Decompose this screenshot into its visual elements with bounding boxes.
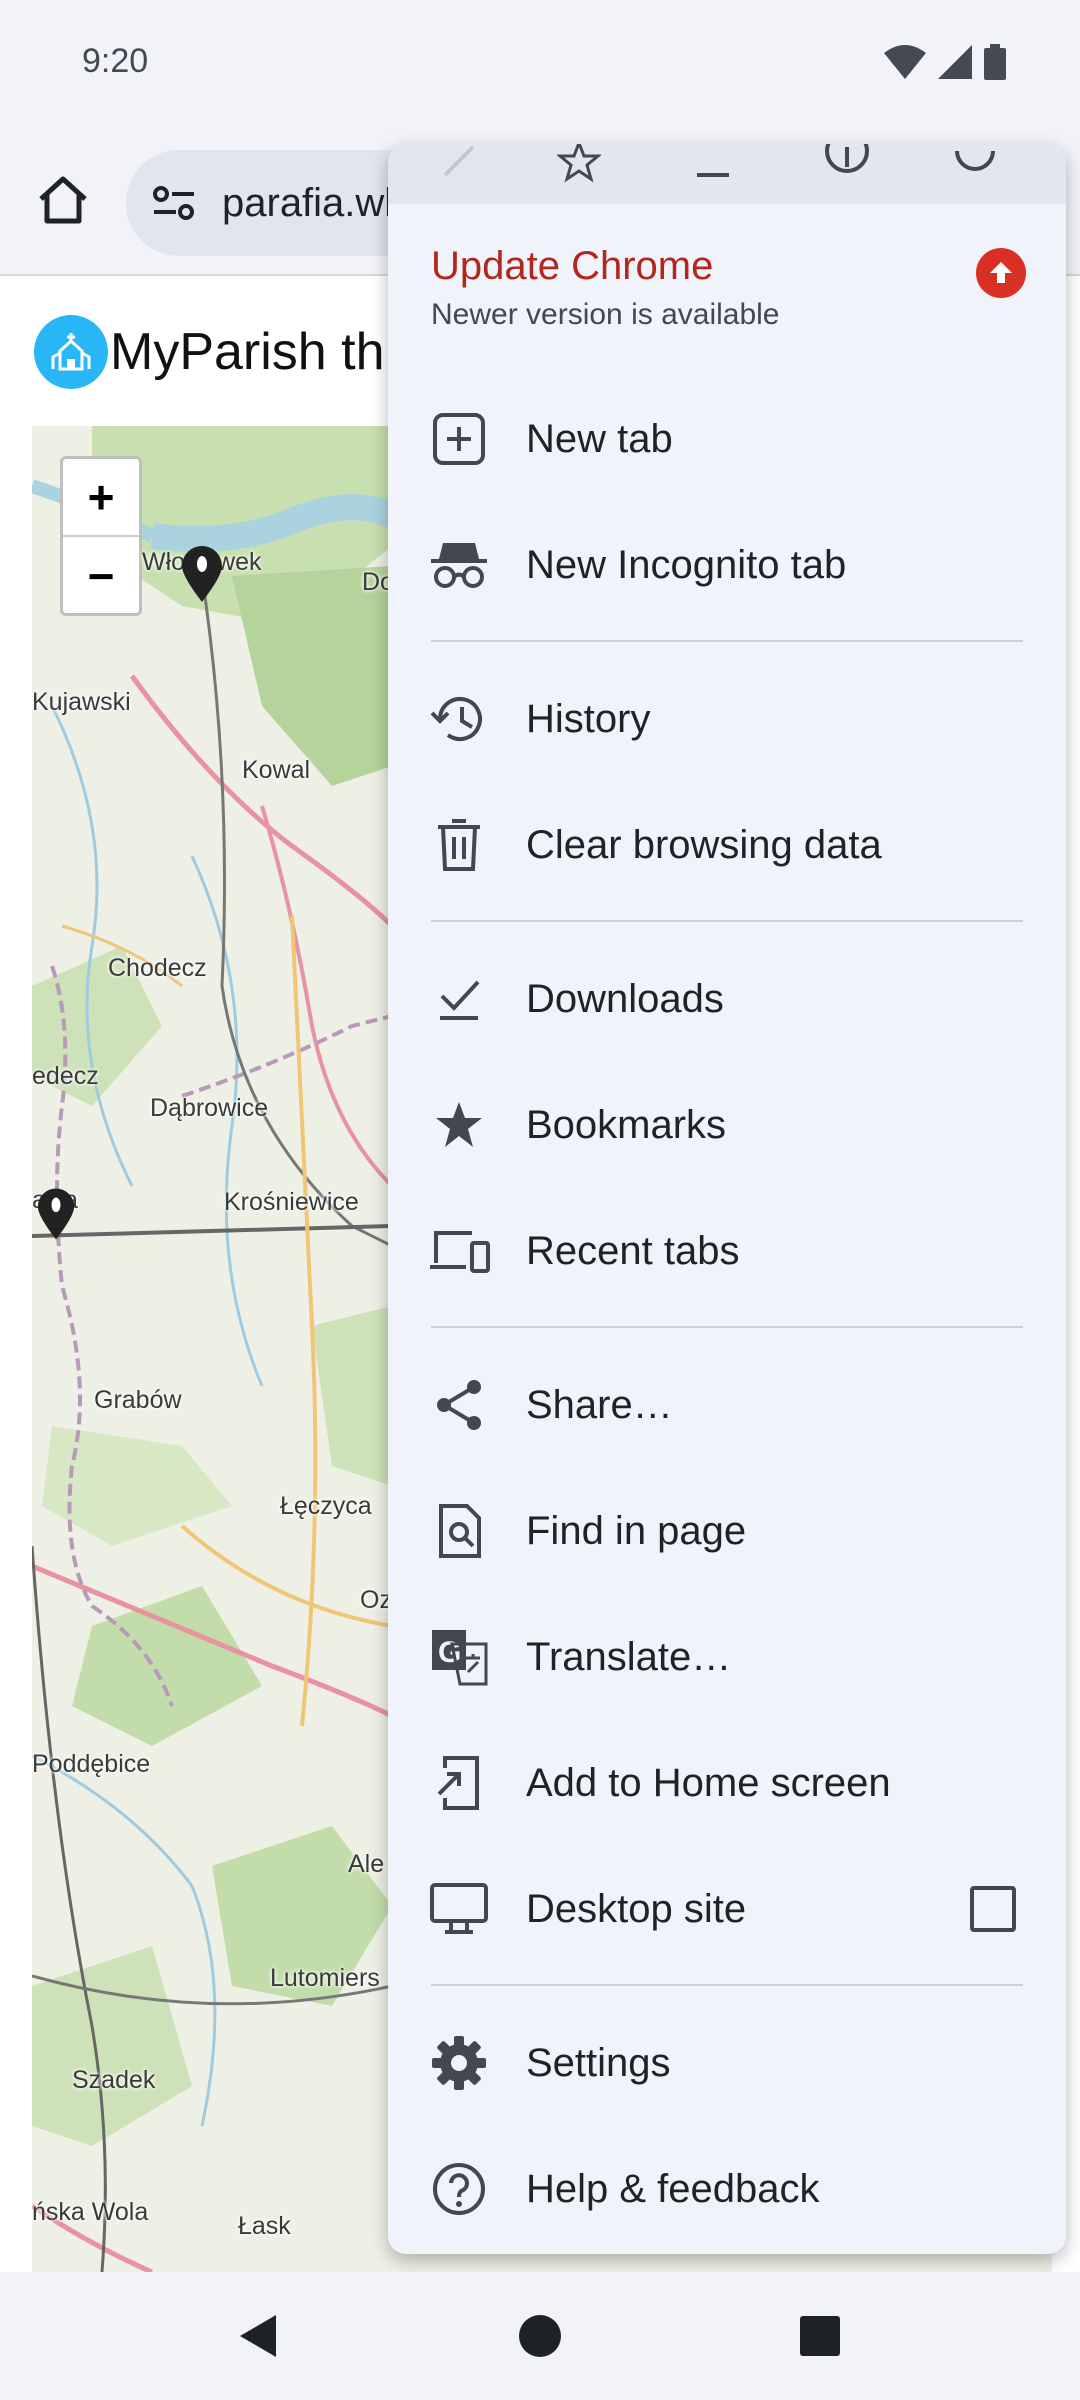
- map-label: Ale: [348, 1850, 385, 1878]
- menu-action-row: [388, 144, 1066, 204]
- menu-divider: [431, 640, 1023, 642]
- menu-item-label: Find in page: [526, 1508, 747, 1553]
- home-icon: [39, 176, 87, 224]
- forward-icon[interactable]: [432, 144, 486, 188]
- menu-item-label: Share…: [526, 1382, 673, 1427]
- signal-icon: [938, 45, 972, 79]
- update-chrome-subtitle: Newer version is available: [431, 298, 780, 331]
- map-label: Łask: [238, 2212, 291, 2240]
- bookmark-star-icon[interactable]: [552, 144, 606, 188]
- incognito-icon: [428, 534, 490, 596]
- wifi-icon: [884, 45, 926, 79]
- menu-item-bookmarks[interactable]: Bookmarks: [388, 1062, 1066, 1188]
- church-logo-icon: [34, 315, 108, 389]
- menu-item-clear-browsing-data[interactable]: Clear browsing data: [388, 782, 1066, 908]
- devices-icon: [428, 1220, 490, 1282]
- map-label: Chodecz: [108, 954, 207, 982]
- zoom-controls: + −: [60, 456, 142, 616]
- battery-icon: [984, 44, 1006, 80]
- desktop-site-checkbox[interactable]: [970, 1886, 1016, 1932]
- home-nav-button[interactable]: [504, 2300, 576, 2372]
- status-icons: [884, 44, 1006, 80]
- menu-item-help-feedback[interactable]: Help & feedback: [388, 2126, 1066, 2252]
- menu-item-share[interactable]: Share…: [388, 1342, 1066, 1468]
- menu-item-label: Help & feedback: [526, 2166, 820, 2211]
- url-text: parafia.wl: [222, 180, 394, 225]
- share-icon: [428, 1374, 490, 1436]
- map-label: Dąbrowice: [150, 1094, 269, 1122]
- circle-home-icon: [519, 2315, 561, 2357]
- menu-item-label: Recent tabs: [526, 1228, 740, 1273]
- menu-item-new-incognito-tab[interactable]: New Incognito tab: [388, 502, 1066, 628]
- menu-item-label: Desktop site: [526, 1886, 747, 1931]
- site-settings-icon[interactable]: [144, 173, 204, 233]
- map-label: Łęczyca: [280, 1492, 372, 1520]
- menu-item-add-to-home-screen[interactable]: Add to Home screen: [388, 1720, 1066, 1846]
- find-in-page-icon: [428, 1500, 490, 1562]
- status-time: 9:20: [82, 42, 149, 80]
- plus-box-icon: [428, 408, 490, 470]
- desktop-icon: [428, 1878, 490, 1940]
- map-label: Poddębice: [32, 1750, 151, 1778]
- menu-item-downloads[interactable]: Downloads: [388, 936, 1066, 1062]
- menu-item-find-in-page[interactable]: Find in page: [388, 1468, 1066, 1594]
- help-icon: [428, 2158, 490, 2220]
- update-arrow-icon: [976, 248, 1026, 298]
- download-done-icon: [428, 968, 490, 1030]
- back-icon: [240, 2315, 276, 2357]
- reload-icon[interactable]: [948, 144, 1002, 188]
- menu-item-label: New tab: [526, 416, 673, 461]
- home-button[interactable]: [30, 167, 96, 233]
- map-label: ńska Wola: [32, 2198, 149, 2226]
- menu-item-label: Add to Home screen: [526, 1760, 891, 1805]
- star-icon: [428, 1094, 490, 1156]
- status-bar: 9:20: [0, 0, 1080, 130]
- menu-item-label: New Incognito tab: [526, 542, 847, 587]
- add-to-home-icon: [428, 1752, 490, 1814]
- recents-button[interactable]: [784, 2300, 856, 2372]
- square-recents-icon: [800, 2316, 840, 2356]
- download-icon[interactable]: [686, 144, 740, 188]
- back-button[interactable]: [222, 2300, 294, 2372]
- menu-divider: [431, 1326, 1023, 1328]
- gear-icon: [428, 2032, 490, 2094]
- update-chrome-item[interactable]: Update Chrome Newer version is available: [388, 204, 1066, 350]
- site-header: MyParish th: [34, 314, 385, 390]
- map-pin-icon[interactable]: [180, 544, 224, 604]
- svg-text:G: G: [438, 1636, 461, 1669]
- translate-icon: G: [428, 1626, 490, 1688]
- menu-item-label: History: [526, 696, 651, 741]
- menu-item-history[interactable]: History: [388, 656, 1066, 782]
- update-chrome-title: Update Chrome: [431, 244, 714, 288]
- menu-item-recent-tabs[interactable]: Recent tabs: [388, 1188, 1066, 1314]
- menu-item-label: Settings: [526, 2040, 671, 2085]
- menu-item-label: Translate…: [526, 1634, 732, 1679]
- menu-item-settings[interactable]: Settings: [388, 2000, 1066, 2126]
- map-label: edecz: [32, 1062, 99, 1090]
- menu-item-label: Clear browsing data: [526, 822, 882, 867]
- map-label: Lutomiers: [270, 1964, 380, 1992]
- menu-item-new-tab[interactable]: New tab: [388, 376, 1066, 502]
- page-info-icon[interactable]: [820, 144, 874, 188]
- system-navigation-bar: [0, 2272, 1080, 2400]
- history-icon: [428, 688, 490, 750]
- menu-item-label: Downloads: [526, 976, 724, 1021]
- map-label: Kujawski: [32, 688, 131, 716]
- menu-divider: [431, 1984, 1023, 1986]
- zoom-in-button[interactable]: +: [63, 459, 139, 537]
- menu-item-translate[interactable]: G Translate…: [388, 1594, 1066, 1720]
- menu-divider: [431, 920, 1023, 922]
- trash-icon: [428, 814, 490, 876]
- map-label: Grabów: [94, 1386, 182, 1414]
- menu-item-label: Bookmarks: [526, 1102, 727, 1147]
- map-pin-icon[interactable]: [36, 1186, 76, 1242]
- chrome-overflow-menu: Update Chrome Newer version is available…: [388, 144, 1066, 2254]
- zoom-out-button[interactable]: −: [63, 537, 139, 615]
- map-label: Szadek: [72, 2066, 156, 2094]
- site-title: MyParish th: [110, 323, 385, 381]
- menu-item-desktop-site[interactable]: Desktop site: [388, 1846, 1066, 1972]
- map-label: Krośniewice: [224, 1188, 359, 1216]
- map-label: Kowal: [242, 756, 311, 784]
